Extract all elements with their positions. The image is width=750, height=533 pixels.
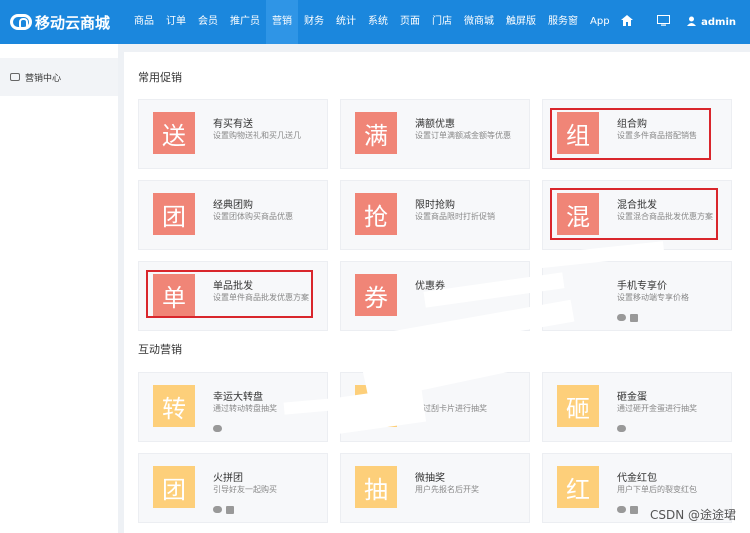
- card-description: 设置商品限时打折促销: [415, 212, 495, 221]
- cloud-logo-icon: [10, 14, 32, 30]
- promo-card-buy-gift[interactable]: 送 有买有送 设置购物送礼和买几送几: [138, 99, 328, 169]
- card-title: 火拼团: [213, 473, 243, 484]
- sidebar-item-marketing-center[interactable]: 营销中心: [0, 58, 118, 96]
- menu-icon: [10, 73, 20, 81]
- card-description: 用户下单后的裂变红包: [617, 485, 697, 494]
- promo-badge: 送: [153, 112, 195, 154]
- promo-badge: 团: [153, 466, 195, 508]
- wechat-icon: [213, 506, 222, 513]
- nav-item-micro-mall[interactable]: 微商城: [458, 0, 500, 44]
- main-panel: 常用促销 送 有买有送 设置购物送礼和买几送几 满 满额优惠 设置订单满额减金额…: [124, 52, 750, 533]
- promo-badge: 抢: [355, 193, 397, 235]
- card-description: 设置团体购买商品优惠: [213, 212, 293, 221]
- logo-text: 移动云商城: [35, 13, 111, 32]
- card-description: 通过砸开金蛋进行抽奖: [617, 404, 697, 413]
- user-menu[interactable]: admin: [681, 16, 750, 29]
- channel-icons: [617, 506, 638, 514]
- nav-item-marketing[interactable]: 营销: [266, 0, 298, 44]
- promo-card-group-pin[interactable]: 团 火拼团 引导好友一起购买: [138, 453, 328, 523]
- watermark: CSDN @途途珺: [649, 508, 736, 522]
- card-description: 设置订单满额减金额等优惠: [415, 131, 511, 140]
- card-title: 砸金蛋: [617, 392, 647, 403]
- channel-icons: [617, 314, 638, 322]
- card-description: 设置移动端专享价格: [617, 293, 689, 302]
- top-navigation-bar: 移动云商城 商品 订单 会员 推广员 营销 财务 统计 系统 页面 门店 微商城…: [0, 0, 750, 44]
- promo-card-micro-lottery[interactable]: 抽 微抽奖 用户先报名后开奖: [340, 453, 530, 523]
- app-icon: [630, 506, 638, 514]
- sidebar-item-label: 营销中心: [25, 73, 62, 84]
- nav-item-service-window[interactable]: 服务窗: [542, 0, 584, 44]
- wechat-icon: [617, 425, 626, 432]
- promo-badge: 红: [557, 466, 599, 508]
- promo-badge: 团: [153, 193, 195, 235]
- app-icon: [630, 314, 638, 322]
- nav-item-finance[interactable]: 财务: [298, 0, 330, 44]
- card-title: 代金红包: [617, 473, 657, 484]
- promo-badge: 满: [355, 112, 397, 154]
- nav-item-touch-version[interactable]: 触屏版: [500, 0, 542, 44]
- card-description: 通过刮卡片进行抽奖: [415, 404, 487, 413]
- card-title: 满额优惠: [415, 119, 455, 130]
- card-title: 幸运大转盘: [213, 392, 263, 403]
- highlight-box-single-wholesale: [146, 270, 313, 318]
- nav-item-stores[interactable]: 门店: [426, 0, 458, 44]
- card-title: 有买有送: [213, 119, 253, 130]
- card-description: 用户先报名后开奖: [415, 485, 479, 494]
- nav-item-orders[interactable]: 订单: [160, 0, 192, 44]
- card-title: 手机专享价: [617, 281, 667, 292]
- card-title: 限时抢购: [415, 200, 455, 211]
- nav-item-pages[interactable]: 页面: [394, 0, 426, 44]
- channel-icons: [213, 506, 234, 514]
- nav-item-products[interactable]: 商品: [128, 0, 160, 44]
- monitor-icon[interactable]: [645, 14, 681, 30]
- promo-badge: 券: [355, 274, 397, 316]
- wechat-icon: [617, 506, 626, 513]
- section-title-common-promotions: 常用促销: [138, 71, 182, 84]
- channel-icons: [213, 425, 222, 432]
- promo-badge: 转: [153, 385, 195, 427]
- nav-item-members[interactable]: 会员: [192, 0, 224, 44]
- highlight-box-combo-buy: [550, 108, 711, 160]
- user-icon: [687, 16, 697, 29]
- promo-card-flash-sale[interactable]: 抢 限时抢购 设置商品限时打折促销: [340, 180, 530, 250]
- channel-icons: [617, 425, 626, 432]
- promo-card-golden-egg[interactable]: 砸 砸金蛋 通过砸开金蛋进行抽奖: [542, 372, 732, 442]
- app-icon: [226, 506, 234, 514]
- logo[interactable]: 移动云商城: [0, 0, 124, 44]
- nav-item-system[interactable]: 系统: [362, 0, 394, 44]
- nav-right: admin: [609, 0, 750, 44]
- main-nav: 商品 订单 会员 推广员 营销 财务 统计 系统 页面 门店 微商城 触屏版 服…: [128, 0, 616, 44]
- promo-card-full-discount[interactable]: 满 满额优惠 设置订单满额减金额等优惠: [340, 99, 530, 169]
- nav-item-statistics[interactable]: 统计: [330, 0, 362, 44]
- home-icon[interactable]: [609, 14, 645, 30]
- sidebar: 营销中心: [0, 44, 118, 533]
- username: admin: [701, 16, 736, 28]
- promo-badge: 抽: [355, 466, 397, 508]
- card-title: 经典团购: [213, 200, 253, 211]
- wechat-icon: [213, 425, 222, 432]
- promo-card-group-buy[interactable]: 团 经典团购 设置团体购买商品优惠: [138, 180, 328, 250]
- promo-badge: 砸: [557, 385, 599, 427]
- card-description: 引导好友一起购买: [213, 485, 277, 494]
- card-title: 微抽奖: [415, 473, 445, 484]
- nav-item-promoters[interactable]: 推广员: [224, 0, 266, 44]
- card-description: 设置购物送礼和买几送几: [213, 131, 301, 140]
- section-title-interactive-marketing: 互动营销: [138, 343, 182, 356]
- highlight-box-mixed-wholesale: [550, 188, 718, 240]
- wechat-icon: [617, 314, 626, 321]
